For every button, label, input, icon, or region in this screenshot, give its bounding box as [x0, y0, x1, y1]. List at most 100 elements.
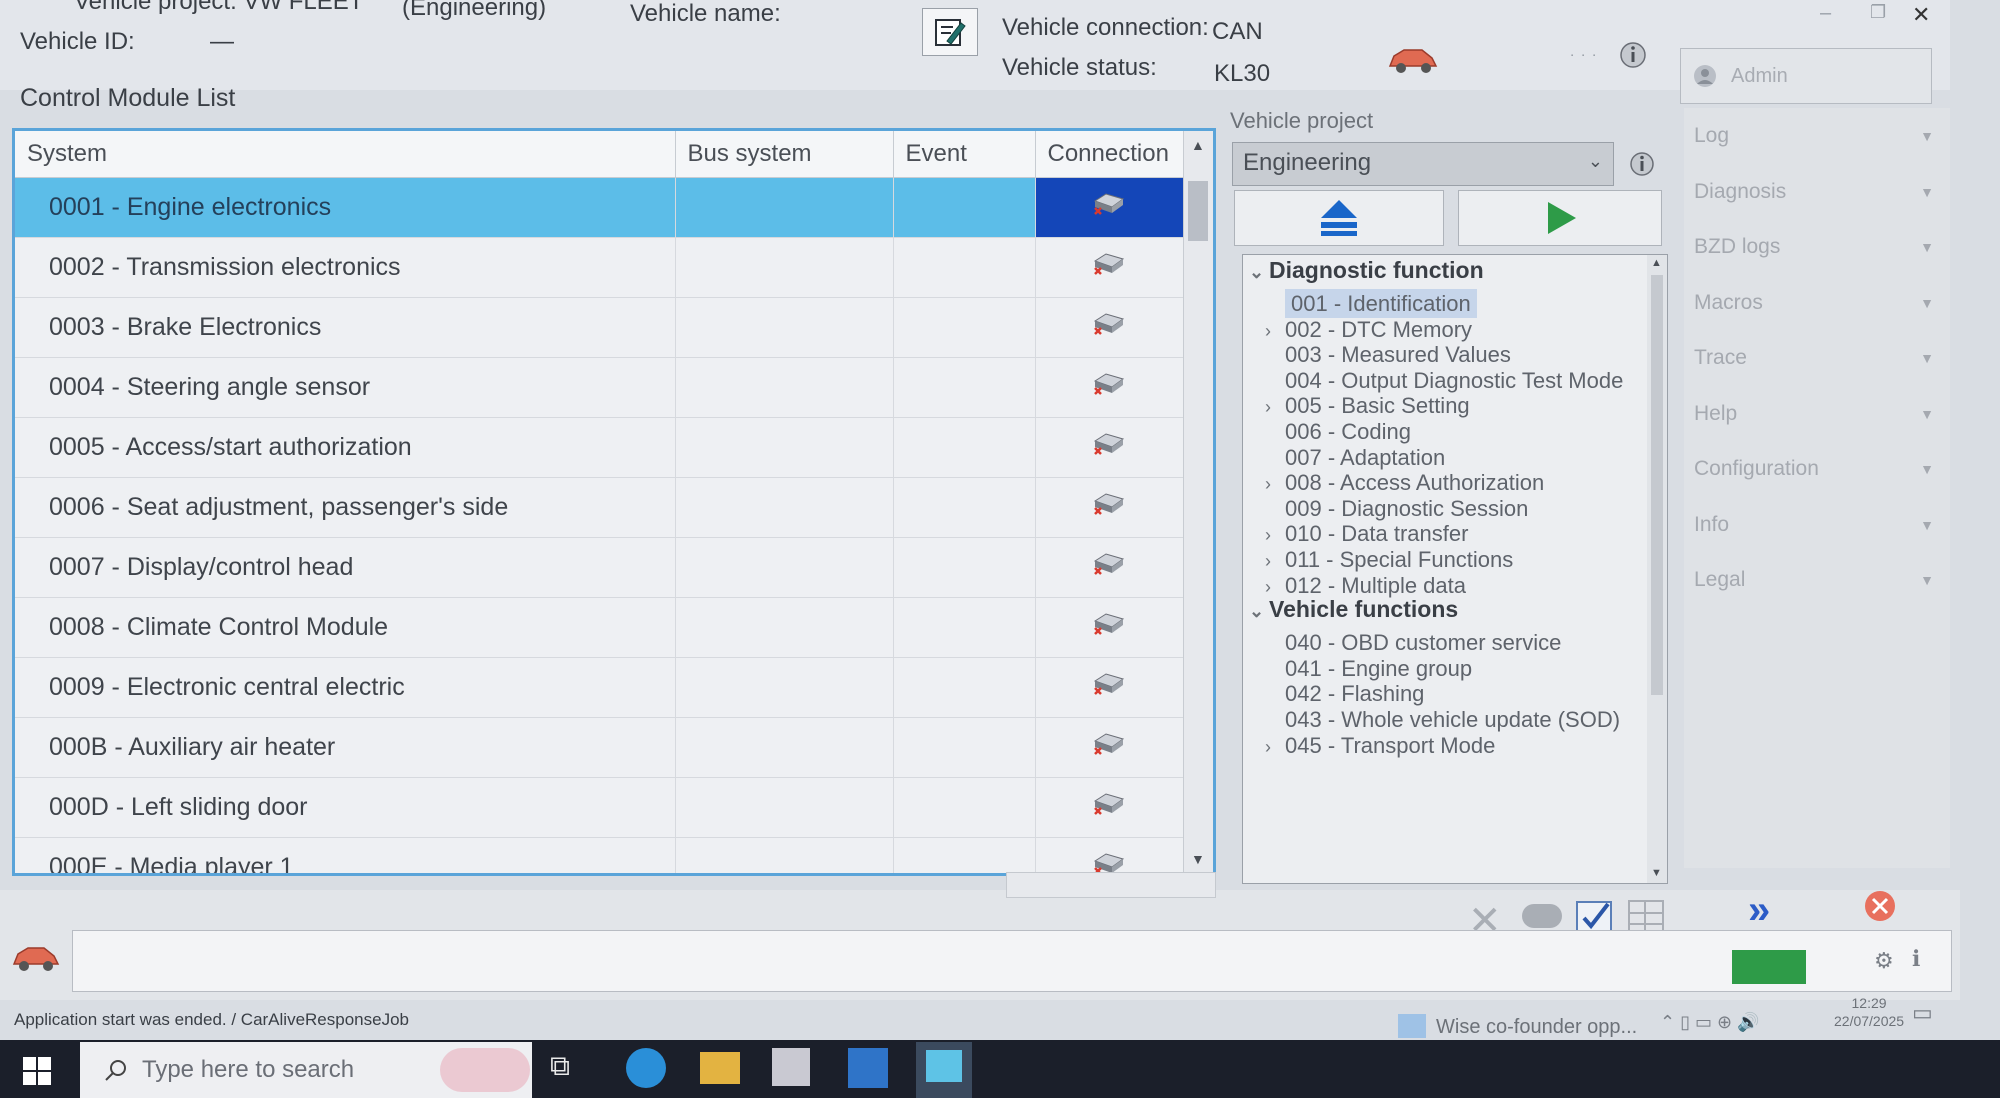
table-row[interactable]: 0001 - Engine electronics	[15, 177, 1184, 238]
side-menu-item[interactable]: Configuration ▼	[1694, 457, 1934, 497]
task-view-icon[interactable]: ⧉	[550, 1050, 570, 1083]
taskbar-clock[interactable]: 12:29 22/07/2025	[1834, 994, 1904, 1030]
connection-cell[interactable]	[1035, 717, 1184, 778]
taskbar-notification[interactable]: Wise co-founder opp...	[1398, 1014, 1637, 1039]
side-menu-item[interactable]: Log ▼	[1694, 124, 1934, 164]
module-list-scrollbar[interactable]: ▲ ▼	[1183, 131, 1213, 873]
system-cell[interactable]: 0001 - Engine electronics	[15, 177, 676, 238]
vehicle-project-info-icon[interactable]	[1628, 150, 1656, 178]
table-row[interactable]: 0002 - Transmission electronics	[15, 237, 1184, 298]
tree-scroll-up-icon[interactable]: ▲	[1651, 257, 1662, 269]
chevron-down-icon[interactable]: ⌄	[1249, 601, 1269, 622]
side-menu-item[interactable]: Macros ▼	[1694, 291, 1934, 331]
tree-scroll-down-icon[interactable]: ▼	[1651, 867, 1662, 879]
system-cell[interactable]: 0007 - Display/control head	[15, 537, 676, 598]
stop-icon[interactable]	[1862, 888, 1898, 924]
vehicle-project-select[interactable]: Engineering ⌄	[1232, 142, 1614, 186]
start-button[interactable]	[1458, 190, 1662, 246]
tree-group[interactable]: ⌄ Diagnostic function	[1249, 257, 1484, 289]
functions-tree-scroll-thumb[interactable]	[1651, 275, 1663, 695]
fast-forward-icon[interactable]: »	[1748, 888, 1770, 933]
column-header-bus-system[interactable]: Bus system	[675, 131, 894, 178]
system-cell[interactable]: 0005 - Access/start authorization	[15, 417, 676, 478]
windows-start-icon[interactable]	[22, 1056, 52, 1086]
file-explorer-icon[interactable]	[700, 1052, 740, 1084]
connection-cell[interactable]	[1035, 837, 1184, 873]
side-menu-item[interactable]: Info ▼	[1694, 513, 1934, 553]
side-menu-item[interactable]: BZD logs ▼	[1694, 235, 1934, 275]
connection-cell[interactable]	[1035, 477, 1184, 538]
chevron-right-icon[interactable]: ›	[1265, 737, 1285, 758]
info-small-icon[interactable]: ℹ	[1912, 946, 1920, 972]
connection-cell[interactable]	[1035, 777, 1184, 838]
minimize-icon[interactable]: –	[1820, 2, 1831, 25]
action-center-icon[interactable]: ▭	[1912, 1000, 1933, 1026]
close-icon[interactable]: ✕	[1912, 2, 1930, 28]
edit-vehicle-button[interactable]	[922, 8, 978, 56]
table-row[interactable]: 0004 - Steering angle sensor	[15, 357, 1184, 418]
vehicle-project-label: Vehicle project: VW FLEET	[74, 0, 363, 16]
side-menu-item[interactable]: Diagnosis ▼	[1694, 180, 1934, 220]
scroll-down-icon[interactable]: ▼	[1191, 851, 1205, 867]
connection-cell[interactable]	[1035, 537, 1184, 598]
table-row[interactable]: 0009 - Electronic central electric	[15, 657, 1184, 718]
column-header-event[interactable]: Event	[893, 131, 1036, 178]
settings-icon[interactable]: ⚙	[1874, 948, 1894, 974]
connection-cell[interactable]	[1035, 237, 1184, 298]
tray-icons[interactable]: ⌃ ▯ ▭ ⊕ 🔊	[1660, 1012, 1760, 1033]
system-cell[interactable]: 0006 - Seat adjustment, passenger's side	[15, 477, 676, 538]
connection-cell[interactable]	[1035, 597, 1184, 658]
connection-cell[interactable]	[1035, 357, 1184, 418]
column-header-system[interactable]: System	[15, 131, 676, 178]
system-cell[interactable]: 0002 - Transmission electronics	[15, 237, 676, 298]
edge-browser-icon[interactable]	[626, 1048, 666, 1088]
system-cell[interactable]: 000E - Media player 1	[15, 837, 676, 873]
table-row[interactable]: 000D - Left sliding door	[15, 777, 1184, 838]
connection-cell[interactable]	[1035, 417, 1184, 478]
side-menu-item[interactable]: Legal ▼	[1694, 568, 1934, 608]
system-cell[interactable]: 0008 - Climate Control Module	[15, 597, 676, 658]
command-input[interactable]	[72, 930, 1952, 992]
outlook-icon[interactable]	[848, 1048, 888, 1088]
chevron-right-icon[interactable]: ›	[1265, 577, 1285, 598]
table-row[interactable]: 000E - Media player 1	[15, 837, 1184, 873]
store-icon[interactable]	[772, 1048, 810, 1086]
system-cell[interactable]: 0003 - Brake Electronics	[15, 297, 676, 358]
table-row[interactable]: 0007 - Display/control head	[15, 537, 1184, 598]
chevron-right-icon[interactable]: ›	[1265, 474, 1285, 495]
table-row[interactable]: 0005 - Access/start authorization	[15, 417, 1184, 478]
admin-user-box[interactable]: Admin	[1680, 48, 1932, 104]
tree-item[interactable]: › 045 - Transport Mode	[1265, 733, 1495, 765]
chevron-right-icon[interactable]: ›	[1265, 321, 1285, 342]
chevron-right-icon[interactable]: ›	[1265, 525, 1285, 546]
restore-icon[interactable]: ❐	[1870, 2, 1886, 23]
system-cell[interactable]: 0009 - Electronic central electric	[15, 657, 676, 718]
car-icon	[1388, 49, 1438, 73]
column-header-connection[interactable]: Connection	[1035, 131, 1184, 178]
table-row[interactable]: 000B - Auxiliary air heater	[15, 717, 1184, 778]
scroll-up-icon[interactable]: ▲	[1191, 137, 1205, 153]
connection-cell[interactable]	[1035, 297, 1184, 358]
tree-group[interactable]: ⌄ Vehicle functions	[1249, 596, 1458, 628]
eraser-icon[interactable]	[1522, 904, 1562, 928]
connection-cell[interactable]	[1035, 177, 1184, 238]
system-cell[interactable]: 000D - Left sliding door	[15, 777, 676, 838]
table-row[interactable]: 0006 - Seat adjustment, passenger's side	[15, 477, 1184, 538]
chevron-down-icon[interactable]: ⌄	[1249, 262, 1269, 283]
system-cell[interactable]: 0004 - Steering angle sensor	[15, 357, 676, 418]
taskbar-search-box[interactable]: Type here to search	[80, 1042, 532, 1098]
side-menu-item[interactable]: Help ▼	[1694, 402, 1934, 442]
table-row[interactable]: 0003 - Brake Electronics	[15, 297, 1184, 358]
functions-tree-scrollbar[interactable]: ▲ ▼	[1647, 255, 1667, 883]
connection-cell[interactable]	[1035, 657, 1184, 718]
table-row[interactable]: 0008 - Climate Control Module	[15, 597, 1184, 658]
event-cell	[893, 237, 1036, 298]
info-icon[interactable]	[1618, 40, 1648, 70]
chevron-right-icon[interactable]: ›	[1265, 551, 1285, 572]
eject-button[interactable]	[1234, 190, 1444, 246]
chevron-right-icon[interactable]: ›	[1265, 397, 1285, 418]
side-menu-item[interactable]: Trace ▼	[1694, 346, 1934, 386]
system-cell[interactable]: 000B - Auxiliary air heater	[15, 717, 676, 778]
module-list-scroll-thumb[interactable]	[1188, 181, 1208, 241]
active-app-slot[interactable]	[916, 1042, 972, 1098]
